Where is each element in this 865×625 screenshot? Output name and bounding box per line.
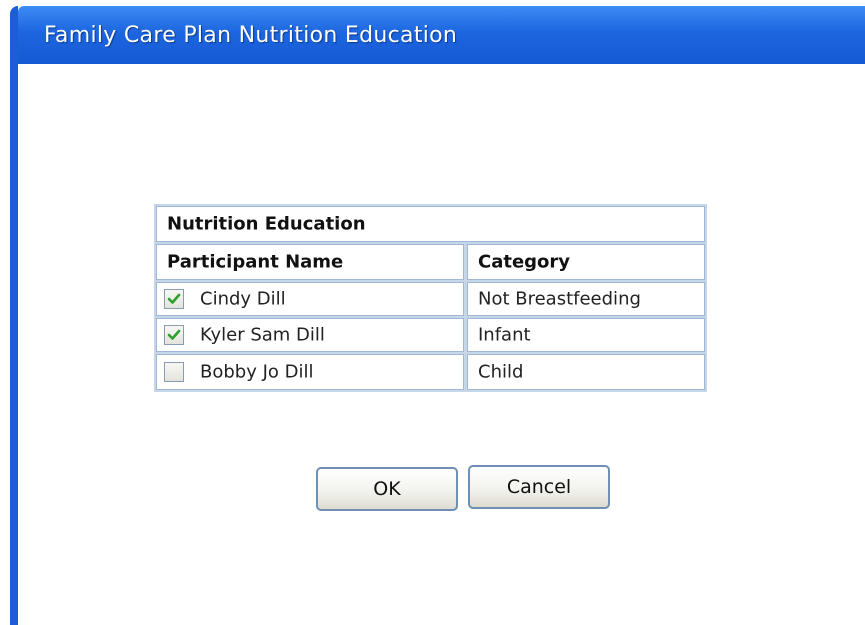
cancel-button-label: Cancel [506,476,572,498]
table-caption: Nutrition Education [156,206,705,242]
window-title: Family Care Plan Nutrition Education [44,23,458,48]
table-row-category-cell: Not Breastfeeding [467,282,705,316]
table-row-category-cell: Child [467,354,705,390]
checkmark-icon [167,293,181,304]
participant-name: Bobby Jo Dill [200,361,314,383]
participant-checkbox[interactable] [164,325,184,345]
participant-checkbox[interactable] [164,362,184,382]
nutrition-education-table: Nutrition Education Participant Name Cat… [154,204,707,392]
table-row-name-cell[interactable]: Cindy Dill [156,282,464,316]
ok-button-label: OK [373,478,401,500]
column-header-participant-name: Participant Name [156,244,464,280]
checkmark-icon [167,329,181,340]
table-row-name-cell[interactable]: Kyler Sam Dill [156,318,464,352]
table-row-category-cell: Infant [467,318,705,352]
participant-name: Cindy Dill [200,288,286,310]
title-bar[interactable]: Family Care Plan Nutrition Education [18,6,865,64]
ok-button[interactable]: OK [316,467,458,511]
column-header-category: Category [467,244,705,280]
participant-name: Kyler Sam Dill [200,324,325,346]
table-row-name-cell[interactable]: Bobby Jo Dill [156,354,464,390]
cancel-button[interactable]: Cancel [468,465,610,509]
participant-checkbox[interactable] [164,289,184,309]
